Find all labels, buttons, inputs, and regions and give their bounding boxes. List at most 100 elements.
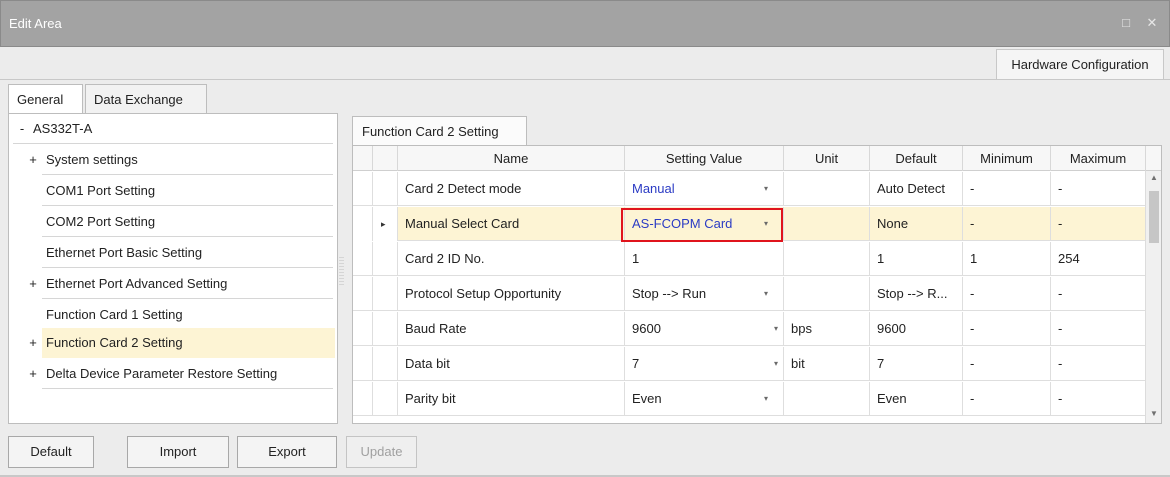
table-row[interactable]: Data bit 7 ▾ bit 7 - - <box>353 347 1146 381</box>
dropdown-icon[interactable]: ▾ <box>764 172 768 206</box>
column-header-unit[interactable]: Unit <box>784 146 870 171</box>
tree-item-com1[interactable]: COM1 Port Setting <box>9 176 337 206</box>
header-spacer <box>353 146 373 171</box>
cell-minimum: - <box>963 312 1051 346</box>
cell-setting-value[interactable]: Even <box>625 382 784 416</box>
table-row[interactable]: ▸ Manual Select Card AS-FCOPM Card ▾ Non… <box>353 207 1146 242</box>
table-row[interactable]: Baud Rate 9600 ▾ bps 9600 - - <box>353 312 1146 346</box>
export-button[interactable]: Export <box>237 436 337 468</box>
cell-unit <box>784 242 870 276</box>
cell-name: Card 2 ID No. <box>398 242 625 276</box>
cell-unit <box>784 382 870 416</box>
cell-default: 1 <box>870 242 963 276</box>
cell-maximum: - <box>1051 207 1146 241</box>
tree-item-label: Delta Device Parameter Restore Setting <box>46 366 278 381</box>
collapse-icon[interactable]: - <box>16 114 28 144</box>
default-button[interactable]: Default <box>8 436 94 468</box>
table-row[interactable]: Card 2 ID No. 1 1 1 254 <box>353 242 1146 276</box>
cell-unit <box>784 172 870 206</box>
expand-icon[interactable]: + <box>27 359 39 389</box>
tree-item-root[interactable]: - AS332T-A <box>9 114 337 144</box>
tab-function-card-2[interactable]: Function Card 2 Setting <box>352 116 527 146</box>
tree-item-function-card-1[interactable]: Function Card 1 Setting <box>9 300 337 330</box>
panel-splitter[interactable] <box>339 255 344 285</box>
cell-setting-value[interactable]: Stop --> Run <box>625 277 784 311</box>
tree-item-label: System settings <box>46 152 138 167</box>
cell-maximum: 254 <box>1051 242 1146 276</box>
cell-default: Stop --> R... <box>870 277 963 311</box>
cell-setting-value[interactable]: 1 <box>625 242 784 276</box>
dropdown-icon[interactable]: ▾ <box>764 382 768 416</box>
cell-maximum: - <box>1051 382 1146 416</box>
scroll-down-icon[interactable]: ▼ <box>1146 409 1161 418</box>
window-titlebar: Edit Area □ ✕ <box>0 0 1170 47</box>
cell-name: Protocol Setup Opportunity <box>398 277 625 311</box>
cell-maximum: - <box>1051 172 1146 206</box>
cell-name: Card 2 Detect mode <box>398 172 625 206</box>
setting-value-text: 7 <box>632 356 640 371</box>
cell-minimum: - <box>963 277 1051 311</box>
tab-hardware-configuration[interactable]: Hardware Configuration <box>996 49 1164 80</box>
setting-value-text: 1 <box>632 251 640 266</box>
column-header-setting-value[interactable]: Setting Value <box>625 146 784 171</box>
close-icon[interactable]: ✕ <box>1141 13 1163 33</box>
cell-default: Even <box>870 382 963 416</box>
scrollbar-thumb[interactable] <box>1149 191 1159 243</box>
cell-unit <box>784 277 870 311</box>
tree-item-function-card-2[interactable]: + Function Card 2 Setting <box>29 328 335 358</box>
tree-item-ethernet-basic[interactable]: Ethernet Port Basic Setting <box>9 238 337 268</box>
tree-item-label: Function Card 1 Setting <box>46 307 183 322</box>
cell-setting-value[interactable]: Manual <box>625 172 784 206</box>
cell-minimum: - <box>963 347 1051 381</box>
column-header-minimum[interactable]: Minimum <box>963 146 1051 171</box>
tree-item-delta-restore[interactable]: + Delta Device Parameter Restore Setting <box>9 359 337 389</box>
cell-name: Parity bit <box>398 382 625 416</box>
tab-data-exchange[interactable]: Data Exchange <box>85 84 207 114</box>
tab-general[interactable]: General <box>8 84 83 115</box>
tree-item-ethernet-advanced[interactable]: + Ethernet Port Advanced Setting <box>9 269 337 299</box>
column-header-name[interactable]: Name <box>398 146 625 171</box>
tree-item-system-settings[interactable]: + System settings <box>9 145 337 175</box>
tree-item-com2[interactable]: COM2 Port Setting <box>9 207 337 237</box>
table-row[interactable]: Card 2 Detect mode Manual ▾ Auto Detect … <box>353 172 1146 206</box>
setting-value-text: 9600 <box>632 321 661 336</box>
cell-unit <box>784 207 870 241</box>
expand-icon[interactable]: + <box>27 269 39 299</box>
cell-unit: bit <box>784 347 870 381</box>
parameter-grid: Name Setting Value Unit Default Minimum … <box>352 145 1162 424</box>
import-button[interactable]: Import <box>127 436 229 468</box>
cell-default: 7 <box>870 347 963 381</box>
cell-setting-value[interactable]: 9600 <box>625 312 784 346</box>
cell-name: Data bit <box>398 347 625 381</box>
setting-value-text: Manual <box>632 181 675 196</box>
highlight-box <box>621 208 783 242</box>
settings-tree: - AS332T-A + System settings COM1 Port S… <box>8 113 338 424</box>
column-header-maximum[interactable]: Maximum <box>1051 146 1146 171</box>
cell-minimum: - <box>963 172 1051 206</box>
table-row[interactable]: Parity bit Even ▾ Even - - <box>353 382 1146 416</box>
vertical-scrollbar[interactable]: ▲ ▼ <box>1145 171 1161 423</box>
dropdown-icon[interactable]: ▾ <box>774 312 778 346</box>
scroll-up-icon[interactable]: ▲ <box>1146 173 1161 182</box>
cell-maximum: - <box>1051 277 1146 311</box>
cell-maximum: - <box>1051 312 1146 346</box>
update-button[interactable]: Update <box>346 436 417 468</box>
cell-unit: bps <box>784 312 870 346</box>
expand-icon[interactable]: + <box>27 328 39 358</box>
table-row[interactable]: Protocol Setup Opportunity Stop --> Run … <box>353 277 1146 311</box>
tree-item-label: Ethernet Port Advanced Setting <box>46 276 228 291</box>
cell-name: Baud Rate <box>398 312 625 346</box>
cell-minimum: 1 <box>963 242 1051 276</box>
dropdown-icon[interactable]: ▾ <box>764 277 768 311</box>
grid-header: Name Setting Value Unit Default Minimum … <box>353 146 1161 171</box>
cell-default: None <box>870 207 963 241</box>
restore-icon[interactable]: □ <box>1115 13 1137 33</box>
cell-setting-value[interactable]: 7 <box>625 347 784 381</box>
cell-minimum: - <box>963 207 1051 241</box>
cell-default: Auto Detect <box>870 172 963 206</box>
column-header-default[interactable]: Default <box>870 146 963 171</box>
expand-icon[interactable]: + <box>27 145 39 175</box>
tree-item-label: Function Card 2 Setting <box>46 335 183 350</box>
dropdown-icon[interactable]: ▾ <box>774 347 778 381</box>
cell-maximum: - <box>1051 347 1146 381</box>
